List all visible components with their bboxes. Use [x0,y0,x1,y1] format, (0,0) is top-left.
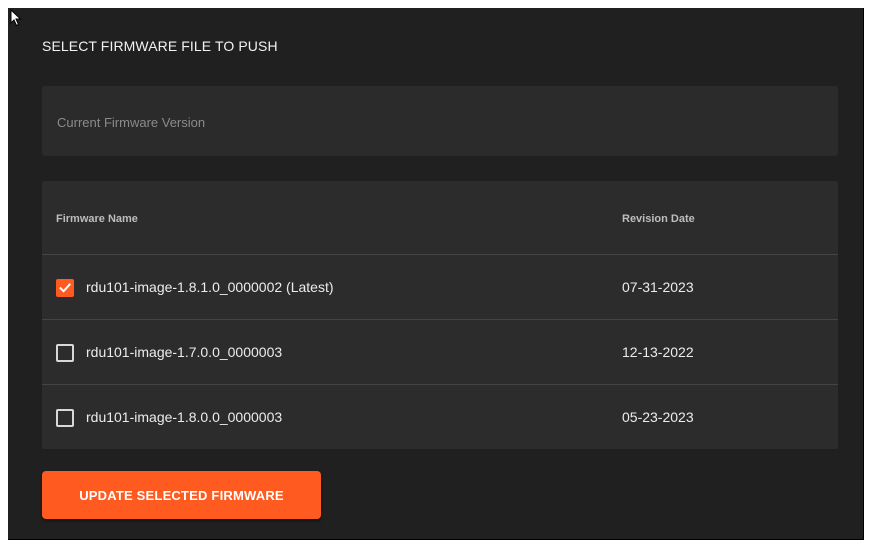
revision-date: 05-23-2023 [622,409,694,425]
firmware-table: Firmware Name Revision Date rdu101-image… [42,181,838,449]
revision-date: 12-13-2022 [622,344,694,360]
firmware-name: rdu101-image-1.8.0.0_0000003 [86,409,283,425]
firmware-panel: SELECT FIRMWARE FILE TO PUSH Current Fir… [8,8,864,540]
column-header-firmware-name: Firmware Name [56,213,138,225]
panel-title: SELECT FIRMWARE FILE TO PUSH [42,38,278,54]
firmware-name: rdu101-image-1.8.1.0_0000002 (Latest) [86,279,334,295]
update-selected-firmware-button[interactable]: UPDATE SELECTED FIRMWARE [42,471,321,519]
column-header-revision-date: Revision Date [622,213,695,225]
row-checkbox[interactable] [56,344,74,362]
current-firmware-label: Current Firmware Version [57,115,206,130]
table-row[interactable]: rdu101-image-1.8.0.0_0000003 05-23-2023 [42,385,838,450]
checkmark-icon [59,283,71,293]
firmware-name: rdu101-image-1.7.0.0_0000003 [86,344,283,360]
current-firmware-box: Current Firmware Version [42,86,838,156]
revision-date: 07-31-2023 [622,279,694,295]
mouse-pointer-icon [10,9,22,27]
table-row[interactable]: rdu101-image-1.8.1.0_0000002 (Latest) 07… [42,255,838,320]
table-row[interactable]: rdu101-image-1.7.0.0_0000003 12-13-2022 [42,320,838,385]
table-header: Firmware Name Revision Date [42,181,838,255]
row-checkbox[interactable] [56,409,74,427]
row-checkbox[interactable] [56,279,74,297]
